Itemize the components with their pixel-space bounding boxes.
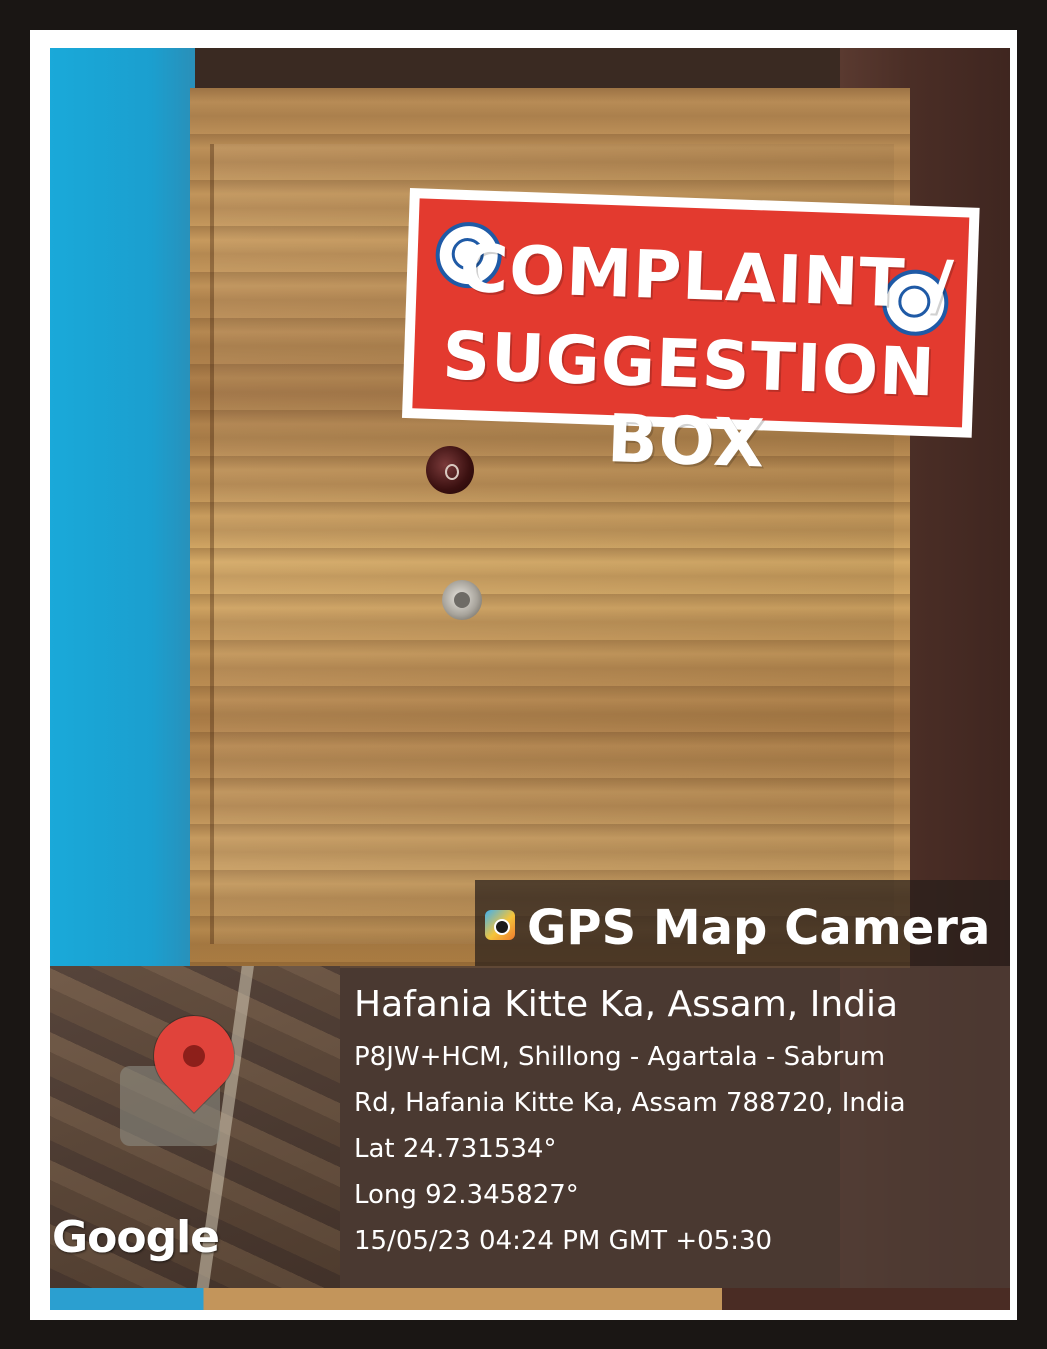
photo: COMPLAINT / SUGGESTION BOX GPS Map Camer… bbox=[50, 48, 1010, 1310]
gps-overlay-header: GPS Map Camera bbox=[475, 880, 1010, 966]
camera-app-icon bbox=[485, 910, 515, 940]
wooden-box: COMPLAINT / SUGGESTION BOX bbox=[190, 88, 980, 968]
floor-strip bbox=[50, 1288, 1010, 1310]
sign-line-2: SUGGESTION BOX bbox=[441, 317, 937, 483]
location-info-panel: Hafania Kitte Ka, Assam, India P8JW+HCM,… bbox=[340, 966, 1010, 1288]
longitude: Long 92.345827° bbox=[354, 1180, 579, 1210]
blue-wall bbox=[50, 48, 195, 968]
sign-line-1: COMPLAINT / bbox=[458, 229, 956, 325]
complaint-sign: COMPLAINT / SUGGESTION BOX bbox=[401, 188, 980, 483]
screw-knob-icon bbox=[442, 580, 482, 620]
sign-background: COMPLAINT / SUGGESTION BOX bbox=[412, 198, 970, 483]
address-line-2: Rd, Hafania Kitte Ka, Assam 788720, Indi… bbox=[354, 1088, 906, 1118]
lock-icon bbox=[426, 446, 474, 494]
address-line-1: P8JW+HCM, Shillong - Agartala - Sabrum bbox=[354, 1042, 886, 1072]
latitude: Lat 24.731534° bbox=[354, 1134, 557, 1164]
place-name: Hafania Kitte Ka, Assam, India bbox=[354, 984, 899, 1025]
google-logo: Google bbox=[52, 1212, 220, 1263]
timestamp: 15/05/23 04:24 PM GMT +05:30 bbox=[354, 1226, 773, 1256]
app-name: GPS Map Camera bbox=[527, 900, 991, 956]
